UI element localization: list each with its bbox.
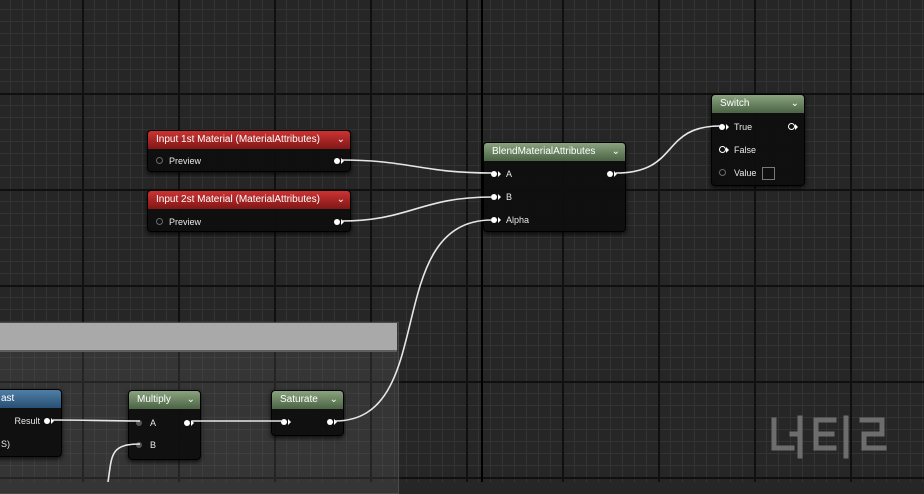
wire-saturate-to-blend-alpha (334, 219, 493, 422)
wire-input1-to-blend-a (340, 159, 493, 174)
wire-input2-to-blend-b (340, 196, 493, 222)
wire-blend-to-switch-true (615, 125, 721, 174)
wire-partial-to-multiply-a (52, 419, 141, 422)
wire-to-multiply-b (107, 443, 141, 482)
watermark-logo (771, 415, 887, 459)
